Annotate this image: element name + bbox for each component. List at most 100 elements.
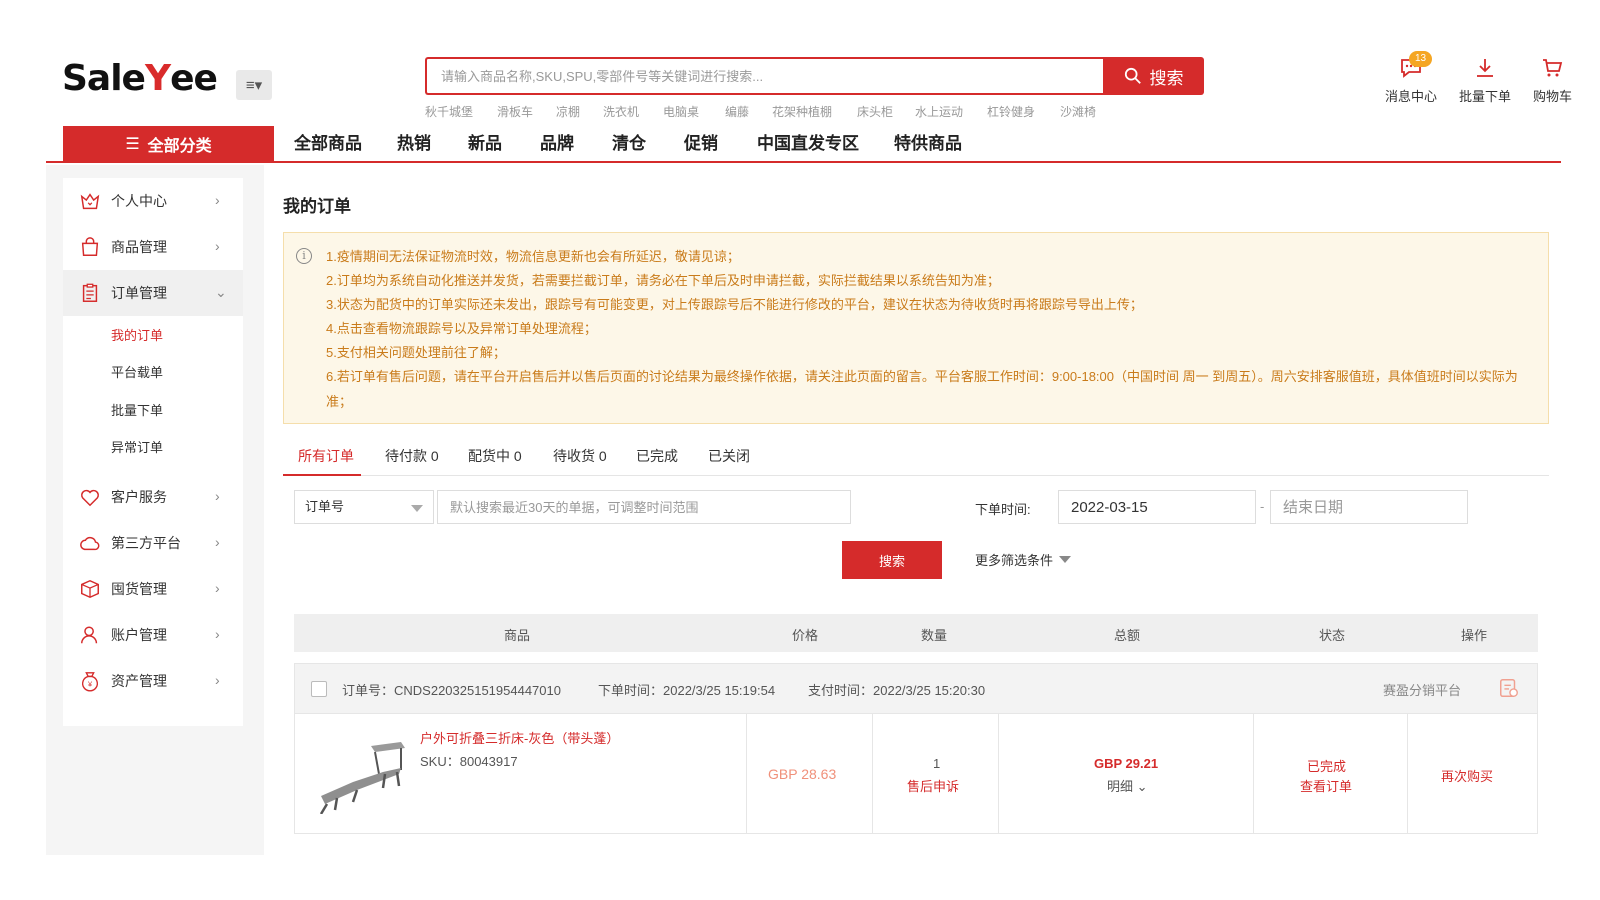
order-time: 下单时间：2022/3/25 15:19:54 — [598, 683, 776, 698]
menu-toggle-icon[interactable]: ≡▾ — [236, 70, 272, 100]
sidebar-item-account-management[interactable]: 账户管理 › — [63, 612, 243, 658]
sidebar-item-personal-center[interactable]: 个人中心 › — [63, 178, 243, 224]
hot-word[interactable]: 水上运动 — [915, 103, 963, 120]
more-filters-label: 更多筛选条件 — [975, 553, 1054, 568]
column-header: 数量 — [921, 628, 948, 643]
chevron-right-icon: › — [215, 626, 220, 642]
sidebar-item-third-party[interactable]: 第三方平台 › — [63, 520, 243, 566]
box-icon — [81, 579, 99, 599]
main-nav: ☰ 全部分类 全部商品 热销 新品 品牌 清仓 促销 中国直发专区 特供商品 — [46, 126, 1561, 163]
sidebar-item-label: 商品管理 — [111, 239, 167, 255]
product-image[interactable] — [313, 738, 409, 814]
total-amount: GBP 29.21 — [1094, 756, 1159, 771]
all-categories-button[interactable]: ☰ 全部分类 — [63, 126, 274, 162]
saleyee-logo[interactable]: Sale Yee — [62, 57, 218, 99]
column-divider — [998, 714, 999, 833]
nav-item-special[interactable]: 特供商品 — [894, 126, 962, 161]
hot-word[interactable]: 凉棚 — [556, 103, 580, 120]
hot-word[interactable]: 沙滩椅 — [1060, 103, 1096, 120]
nav-item-china-direct[interactable]: 中国直发专区 — [757, 126, 859, 161]
caret-down-icon — [411, 505, 423, 512]
order-keyword-input[interactable] — [437, 490, 851, 524]
nav-item-hot[interactable]: 热销 — [397, 126, 431, 161]
sidebar-item-label: 客户服务 — [111, 489, 167, 505]
view-order-link[interactable]: 查看订单 — [1300, 776, 1352, 795]
column-header: 商品 — [504, 628, 531, 643]
chat-icon[interactable] — [1498, 677, 1520, 699]
user-icon — [81, 626, 98, 644]
notice-link-tracking[interactable]: 4.点击查看物流跟踪号以及异常订单处理流程； — [326, 317, 1538, 341]
rebuy-link[interactable]: 再次购买 — [1441, 766, 1493, 785]
bag-icon — [81, 237, 99, 256]
message-center[interactable]: 13 消息中心 — [1384, 51, 1437, 105]
tab-all-orders[interactable]: 所有订单 — [298, 446, 354, 466]
hot-word[interactable]: 杠铃健身 — [987, 103, 1035, 120]
search-type-value: 订单号 — [305, 499, 345, 514]
total-detail-toggle[interactable]: 明细 ⌄ — [1107, 776, 1148, 795]
info-icon: i — [296, 248, 312, 264]
tab-allocating[interactable]: 配货中 0 — [468, 446, 522, 466]
chevron-down-icon: ⌄ — [1136, 779, 1148, 794]
cart-icon — [1543, 59, 1563, 77]
filter-search-button[interactable]: 搜索 — [842, 541, 942, 579]
tab-pending-payment[interactable]: 待付款 0 — [385, 446, 439, 466]
quantity: 1 — [933, 756, 941, 771]
nav-item-new[interactable]: 新品 — [468, 126, 502, 161]
after-sale-appeal-link[interactable]: 售后申诉 — [907, 776, 959, 795]
sidebar-item-order-management[interactable]: 订单管理 ⌄ — [63, 270, 243, 316]
sidebar-sub-bulk-order[interactable]: 批量下单 — [111, 400, 163, 419]
shopping-cart[interactable]: 购物车 — [1533, 56, 1572, 105]
hot-word[interactable]: 滑板车 — [497, 103, 533, 120]
sidebar-sub-abnormal-orders[interactable]: 异常订单 — [111, 437, 163, 456]
hot-word[interactable]: 秋千城堡 — [425, 103, 473, 120]
chevron-right-icon: › — [215, 238, 220, 254]
order-checkbox[interactable] — [311, 681, 327, 697]
sidebar-sub-my-orders[interactable]: 我的订单 — [111, 325, 163, 344]
column-header: 状态 — [1319, 628, 1346, 643]
start-date-input[interactable] — [1058, 490, 1256, 524]
column-header: 价格 — [792, 628, 819, 643]
sidebar-item-stock-management[interactable]: 囤货管理 › — [63, 566, 243, 612]
bulk-order[interactable]: 批量下单 — [1459, 56, 1511, 105]
hot-word[interactable]: 电脑桌 — [663, 103, 699, 120]
logo-text-3: ee — [170, 57, 218, 99]
sidebar-sub-platform-orders[interactable]: 平台载单 — [111, 362, 163, 381]
tab-pending-receipt[interactable]: 待收货 0 — [553, 446, 607, 466]
detail-label: 明细 — [1107, 779, 1134, 794]
nav-item-clearance[interactable]: 清仓 — [612, 126, 646, 161]
active-tab-indicator — [283, 474, 361, 476]
sidebar-item-customer-service[interactable]: 客户服务 › — [63, 474, 243, 520]
hot-word[interactable]: 编藤 — [725, 103, 749, 120]
search-type-select[interactable]: 订单号 — [294, 490, 434, 524]
all-categories-label: 全部分类 — [147, 138, 212, 155]
chevron-right-icon: › — [215, 580, 220, 596]
search-button[interactable]: 搜索 — [1103, 57, 1204, 95]
tab-completed[interactable]: 已完成 — [636, 446, 678, 466]
nav-item-brand[interactable]: 品牌 — [540, 126, 574, 161]
hot-word[interactable]: 床头柜 — [857, 103, 893, 120]
hot-word[interactable]: 花架种植棚 — [772, 103, 832, 120]
pay-time: 支付时间：2022/3/25 15:20:30 — [808, 683, 986, 698]
nav-item-all-products[interactable]: 全部商品 — [294, 126, 362, 161]
logo-text-2: Y — [144, 57, 171, 99]
sidebar-item-product-management[interactable]: 商品管理 › — [63, 224, 243, 270]
svg-text:¥: ¥ — [88, 680, 93, 689]
end-date-input[interactable] — [1270, 490, 1468, 524]
message-center-label: 消息中心 — [1384, 89, 1437, 104]
column-header: 操作 — [1461, 628, 1488, 643]
order-header-row: 订单号：CNDS220325151954447010 下单时间：2022/3/2… — [294, 663, 1538, 714]
bulk-order-label: 批量下单 — [1458, 89, 1511, 104]
notice-link-payment[interactable]: 5.支付相关问题处理前往了解； — [326, 341, 1538, 365]
nav-item-promo[interactable]: 促销 — [684, 126, 718, 161]
list-icon: ☰ — [125, 136, 140, 153]
search-input[interactable] — [425, 57, 1107, 95]
product-name-link[interactable]: 户外可折叠三折床-灰色（带头蓬） — [420, 728, 619, 747]
clipboard-icon — [82, 283, 98, 302]
tab-closed[interactable]: 已关闭 — [708, 446, 750, 466]
table-header: 商品 价格 数量 总额 状态 操作 — [294, 614, 1538, 652]
notice-box: i 1.疫情期间无法保证物流时效，物流信息更新也会有所延迟，敬请见谅； 2.订单… — [283, 232, 1549, 424]
more-filters-toggle[interactable]: 更多筛选条件 — [975, 550, 1072, 569]
hot-word[interactable]: 洗衣机 — [603, 103, 639, 120]
sidebar-item-label: 个人中心 — [111, 193, 167, 209]
sidebar-item-asset-management[interactable]: ¥ 资产管理 › — [63, 658, 243, 704]
